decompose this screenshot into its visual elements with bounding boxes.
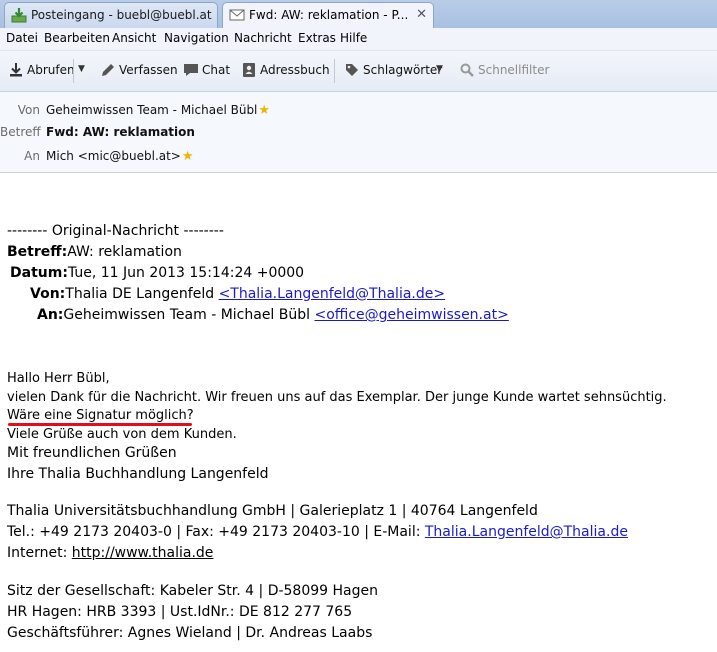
tab-strip: Posteingang - buebl@buebl.at Fwd: AW: re… [0,0,717,28]
orig-from-name: Thalia DE Langenfeld [65,286,219,302]
tab-inbox[interactable]: Posteingang - buebl@buebl.at [4,2,218,28]
star-icon[interactable]: ★ [258,103,270,118]
pencil-icon [102,64,114,76]
adressbuch-button[interactable]: Adressbuch [241,63,330,77]
menu-bearbeiten[interactable]: Bearbeiten [44,31,110,45]
orig-to-name: Geheimwissen Team - Michael Bübl [63,307,315,323]
menu-bar: Datei Bearbeiten Ansicht Navigation Nach… [0,28,717,51]
orig-from-row: Von:Thalia DE Langenfeld <Thalia.Langenf… [30,286,445,302]
abrufen-label: Abrufen [27,63,75,77]
magnifier-icon [460,63,474,77]
commercial-register-line: HR Hagen: HRB 3393 | Ust.IdNr.: DE 812 2… [7,604,353,620]
body-line-regards-customer: Viele Grüße auch von dem Kunden. [7,427,237,442]
menu-navigation[interactable]: Navigation [164,31,229,45]
toolbar: Abrufen ▼ Verfassen Chat Adressbuch Schl… [0,51,717,92]
abrufen-dropdown-icon[interactable]: ▼ [78,64,85,74]
orig-to-email-link[interactable]: <office@geheimwissen.at> [314,307,508,323]
header-to-label: An [24,149,40,163]
contact-line: Tel.: +49 2173 20403-0 | Fax: +49 2173 2… [7,524,628,540]
address-book-icon [243,63,255,77]
company-line: Thalia Universitätsbuchhandlung GmbH | G… [7,503,538,519]
schlagwoerter-dropdown-icon[interactable]: ▼ [436,64,443,74]
tab-message-label: Fwd: AW: reklamation - P... [249,8,409,22]
envelope-icon [229,9,245,21]
star-icon[interactable]: ★ [182,149,194,164]
orig-from-label: Von: [30,286,66,302]
website-link[interactable]: http://www.thalia.de [72,545,214,561]
adressbuch-label: Adressbuch [260,63,330,77]
orig-subject-value: AW: reklamation [67,244,182,260]
sender-line: Ihre Thalia Buchhandlung Langenfeld [7,466,269,482]
verfassen-label: Verfassen [119,63,178,77]
orig-subject-label: Betreff: [7,244,68,260]
message-header-pane: Von Geheimwissen Team - Michael Bübl★ Be… [0,92,717,173]
body-line-signature-request: Wäre eine Signatur möglich? [7,408,194,423]
message-body: -------- Original-Nachricht -------- Bet… [0,172,717,652]
inbox-download-icon [11,8,27,23]
internet-line: Internet: http://www.thalia.de [7,545,213,561]
menu-hilfe[interactable]: Hilfe [340,31,367,45]
schlagwoerter-label: Schlagwörter [363,63,443,77]
contact-text: Tel.: +49 2173 20403-0 | Fax: +49 2173 2… [7,524,425,540]
registered-office-line: Sitz der Gesellschaft: Kabeler Str. 4 | … [7,583,378,599]
chat-bubble-icon [184,64,198,76]
tab-inbox-label: Posteingang - buebl@buebl.at [31,8,212,22]
red-underline-annotation [8,423,192,426]
orig-subject-row: Betreff:AW: reklamation [7,244,182,260]
menu-nachricht[interactable]: Nachricht [234,31,292,45]
close-tab-icon[interactable]: ✕ [416,3,427,27]
tab-message[interactable]: Fwd: AW: reklamation - P... ✕ [222,2,434,28]
internet-label: Internet: [7,545,72,561]
schnellfilter-button[interactable]: Schnellfilter [459,63,549,77]
chat-label: Chat [202,63,231,77]
original-message-divider: -------- Original-Nachricht -------- [7,223,224,239]
schnellfilter-label: Schnellfilter [478,63,550,77]
orig-to-label: An: [37,307,64,323]
tag-icon [346,64,358,76]
orig-to-row: An:Geheimwissen Team - Michael Bübl <off… [37,307,509,323]
abrufen-button[interactable]: Abrufen [8,63,75,77]
header-from-value[interactable]: Geheimwissen Team - Michael Bübl★ [46,103,270,118]
greeting-line: Hallo Herr Bübl, [7,371,110,386]
header-from-text: Geheimwissen Team - Michael Bübl [46,103,258,117]
body-line-thanks: vielen Dank für die Nachricht. Wir freue… [7,390,667,405]
header-to-value[interactable]: Mich <mic@buebl.at>★ [46,149,194,164]
verfassen-button[interactable]: Verfassen [100,63,178,77]
contact-email-link[interactable]: Thalia.Langenfeld@Thalia.de [425,524,628,540]
header-subject-label: Betreff [0,125,41,139]
menu-extras[interactable]: Extras [298,31,336,45]
download-icon [10,63,22,77]
closing-line: Mit freundlichen Grüßen [7,445,177,461]
managing-directors-line: Geschäftsführer: Agnes Wieland | Dr. And… [7,625,373,641]
orig-date-row: Datum:Tue, 11 Jun 2013 15:14:24 +0000 [10,265,304,281]
toolbar-separator [334,59,335,83]
orig-from-email-link[interactable]: <Thalia.Langenfeld@Thalia.de> [219,286,446,302]
header-subject-value: Fwd: AW: reklamation [46,125,195,139]
orig-date-label: Datum: [10,265,68,281]
orig-date-value: Tue, 11 Jun 2013 15:14:24 +0000 [67,265,305,281]
chat-button[interactable]: Chat [183,63,230,77]
schlagwoerter-button[interactable]: Schlagwörter [344,63,442,77]
menu-ansicht[interactable]: Ansicht [112,31,156,45]
toolbar-separator [73,59,74,83]
header-to-text: Mich <mic@buebl.at> [46,149,181,163]
header-from-label: Von [17,103,40,117]
menu-datei[interactable]: Datei [6,31,38,45]
